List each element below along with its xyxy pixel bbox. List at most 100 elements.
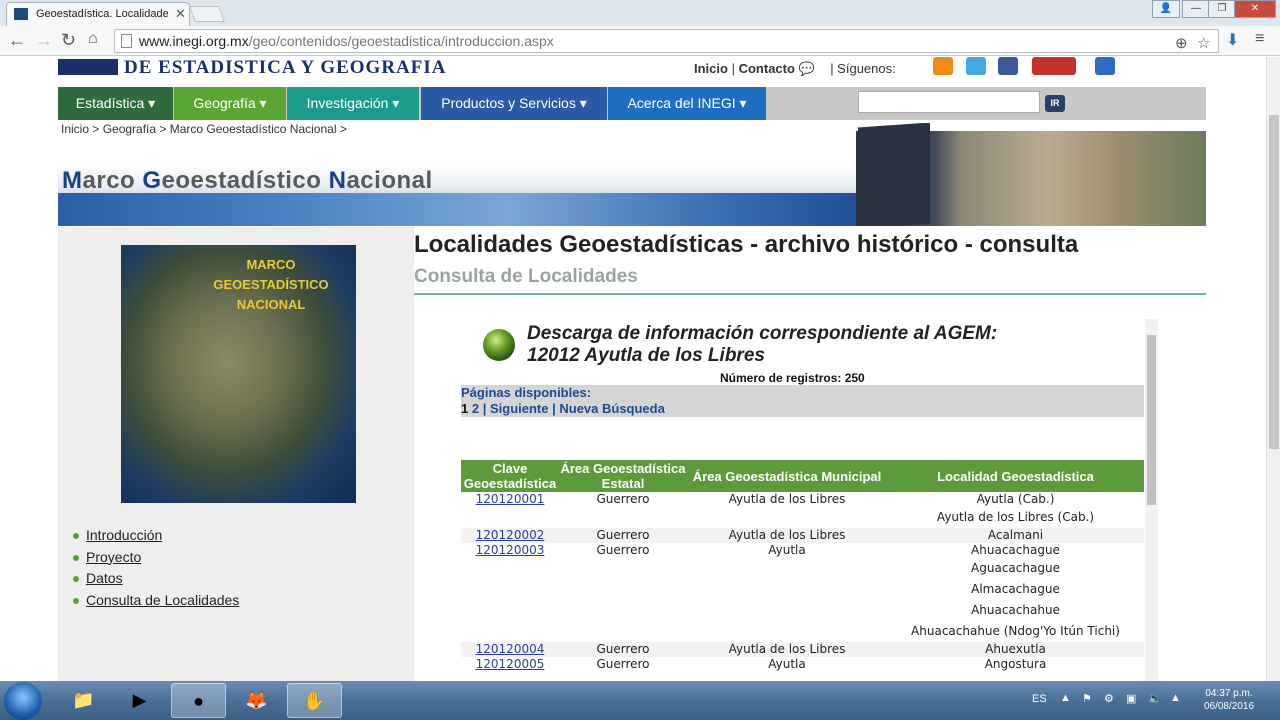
page-scrollbar[interactable] — [1266, 57, 1280, 681]
download-icon[interactable]: ⬇ — [1226, 30, 1239, 50]
twitter-icon[interactable] — [966, 57, 986, 75]
sidebar: MARCO GEOESTADÍSTICO NACIONAL Introducci… — [58, 227, 414, 681]
contacto-link[interactable]: Contacto — [739, 61, 795, 76]
localidad-name: Ahuacachahue — [971, 603, 1060, 617]
tray-app-icon[interactable]: ⚙ — [1104, 692, 1114, 705]
localidad-cell: Ahuexutla — [887, 642, 1144, 657]
clock-time: 04:37 p.m. — [1205, 688, 1253, 699]
minimize-button[interactable]: — — [1182, 0, 1210, 18]
menu-geografia[interactable]: Geografía ▾ — [174, 87, 286, 120]
clave-link[interactable]: 120120001 — [476, 492, 545, 506]
col-municipal: Área Geoestadística Municipal — [687, 460, 887, 492]
municipal-cell: Ayutla — [768, 657, 806, 671]
clock[interactable]: 04:37 p.m. 06/08/2016 — [1196, 687, 1262, 713]
browser-tab[interactable]: Geoestadística. Localidade ✕ — [6, 2, 190, 26]
zoom-icon[interactable]: ⊕ — [1175, 33, 1188, 55]
facebook-icon[interactable] — [998, 57, 1018, 75]
share-icon[interactable] — [1095, 57, 1115, 75]
reload-icon[interactable]: ↻ — [61, 30, 76, 51]
close-tab-icon[interactable]: ✕ — [175, 6, 186, 22]
url-path: /geo/contenidos/geoestadistica/introducc… — [248, 33, 554, 49]
logo-mark — [58, 59, 118, 75]
network-icon[interactable]: ▣ — [1126, 692, 1136, 705]
sidenav-consulta-localidades[interactable]: Consulta de Localidades — [86, 592, 239, 608]
browser-toolbar: ← → ↻ ⌂ www.inegi.org.mx/geo/contenidos/… — [0, 26, 1280, 56]
menu-investigacion[interactable]: Investigación ▾ — [287, 87, 419, 120]
inegi-logo[interactable]: DE ESTADISTICA Y GEOGRAFIA — [58, 57, 447, 78]
page-current: 1 — [461, 401, 469, 416]
drive-icon[interactable]: ▲ — [1170, 692, 1181, 704]
localidad-name: Ahuacachahue (Ndog'Yo Itún Tichi) — [911, 624, 1120, 638]
back-icon[interactable]: ← — [8, 30, 26, 51]
localidad-name: Ahuacachague — [971, 543, 1060, 557]
menu-estadistica[interactable]: Estadística ▾ — [58, 87, 173, 120]
sidenav-proyecto[interactable]: Proyecto — [86, 549, 141, 565]
table-row: 120120003 Guerrero Ayutla Ahuacachague Aguac… — [461, 543, 1144, 642]
bookmark-star-icon[interactable]: ☆ — [1197, 33, 1210, 55]
browser-tab-strip: Geoestadística. Localidade ✕ 👤 — ❐ ✕ — [0, 0, 1280, 26]
separator: | — [731, 61, 735, 76]
inicio-link[interactable]: Inicio — [694, 61, 728, 76]
col-localidad: Localidad Geoestadística — [887, 460, 1144, 492]
estatal-cell: Guerrero — [596, 492, 650, 506]
results-frame: Descarga de información correspondiente … — [461, 319, 1144, 681]
tray-arrow-icon[interactable]: ▲ — [1060, 692, 1071, 704]
sidenav-introduccion[interactable]: Introducción — [86, 527, 162, 543]
maximize-button[interactable]: ❐ — [1208, 0, 1236, 18]
banner-map-strip — [58, 193, 878, 226]
media-player-taskbar-icon[interactable]: ▶ — [112, 683, 167, 718]
side-nav: Introducción Proyecto Datos Consulta de … — [72, 525, 239, 611]
banner: Marco Geoestadístico Nacional — [58, 123, 1206, 226]
forward-icon[interactable]: → — [35, 30, 53, 51]
firefox-taskbar-icon[interactable]: 🦊 — [229, 683, 284, 718]
page-scroll-thumb[interactable] — [1269, 115, 1279, 449]
globe-icon — [483, 329, 515, 361]
page-2-link[interactable]: 2 — [472, 401, 479, 416]
siguiente-link[interactable]: Siguiente — [490, 401, 549, 416]
search-ir-button[interactable]: IR — [1045, 95, 1065, 112]
clave-link[interactable]: 120120004 — [476, 642, 545, 656]
clock-date: 06/08/2016 — [1203, 701, 1255, 712]
home-icon[interactable]: ⌂ — [88, 30, 98, 48]
page-icon — [121, 34, 132, 48]
clave-link[interactable]: 120120005 — [476, 657, 545, 671]
sidenav-item: Datos — [72, 568, 239, 590]
download-title-line2: 12012 Ayutla de los Libres — [527, 345, 765, 366]
clave-link[interactable]: 120120002 — [476, 528, 545, 542]
profile-icon[interactable]: 👤 — [1152, 0, 1180, 18]
frame-scroll-thumb[interactable] — [1147, 335, 1156, 505]
page-title: Localidades Geoestadísticas - archivo hi… — [414, 231, 1079, 258]
estatal-cell: Guerrero — [596, 543, 650, 557]
volume-icon[interactable]: 🔈 — [1148, 692, 1162, 705]
chat-icon[interactable]: 💬 — [799, 61, 827, 77]
menu-productos-servicios[interactable]: Productos y Servicios ▾ — [421, 87, 607, 120]
localidad-cell: Ahuacachague Aguacachague Almacachague Ahua… — [887, 543, 1144, 642]
localidad-name: Aguacachague — [971, 561, 1060, 575]
close-window-button[interactable]: ✕ — [1234, 0, 1276, 18]
new-tab-button[interactable] — [189, 6, 225, 22]
menu-acerca-inegi[interactable]: Acerca del INEGI ▾ — [608, 87, 766, 120]
municipal-cell: Ayutla — [768, 543, 806, 557]
site-search-input[interactable] — [858, 91, 1040, 113]
menu-icon[interactable]: ≡ — [1255, 30, 1264, 48]
app-taskbar-icon[interactable]: ✋ — [287, 683, 342, 718]
localidad-name: Angostura — [984, 657, 1047, 671]
localidad-cell: Acalmani — [887, 528, 1144, 543]
youtube-icon[interactable] — [1032, 57, 1076, 75]
sidenav-datos[interactable]: Datos — [86, 570, 123, 586]
language-indicator[interactable]: ES — [1032, 693, 1047, 705]
address-bar[interactable]: www.inegi.org.mx/geo/contenidos/geoestad… — [114, 29, 1219, 53]
rss-icon[interactable] — [933, 57, 953, 75]
tray-flag-icon[interactable]: ⚑ — [1082, 692, 1092, 705]
nueva-busqueda-link[interactable]: Nueva Búsqueda — [559, 401, 664, 416]
start-button[interactable] — [4, 682, 42, 720]
breadcrumb[interactable]: Inicio > Geografía > Marco Geoestadístic… — [61, 122, 347, 136]
pagination: Páginas disponibles: 1 2 | Siguiente | N… — [461, 385, 1144, 417]
frame-scrollbar[interactable] — [1145, 319, 1158, 681]
clave-link[interactable]: 120120003 — [476, 543, 545, 557]
explorer-taskbar-icon[interactable]: 📁 — [56, 683, 111, 718]
sidenav-item: Proyecto — [72, 547, 239, 569]
record-count: Número de registros: 250 — [720, 371, 865, 385]
chrome-taskbar-icon[interactable]: ● — [171, 683, 226, 718]
localidad-name: Almacachague — [971, 582, 1060, 596]
